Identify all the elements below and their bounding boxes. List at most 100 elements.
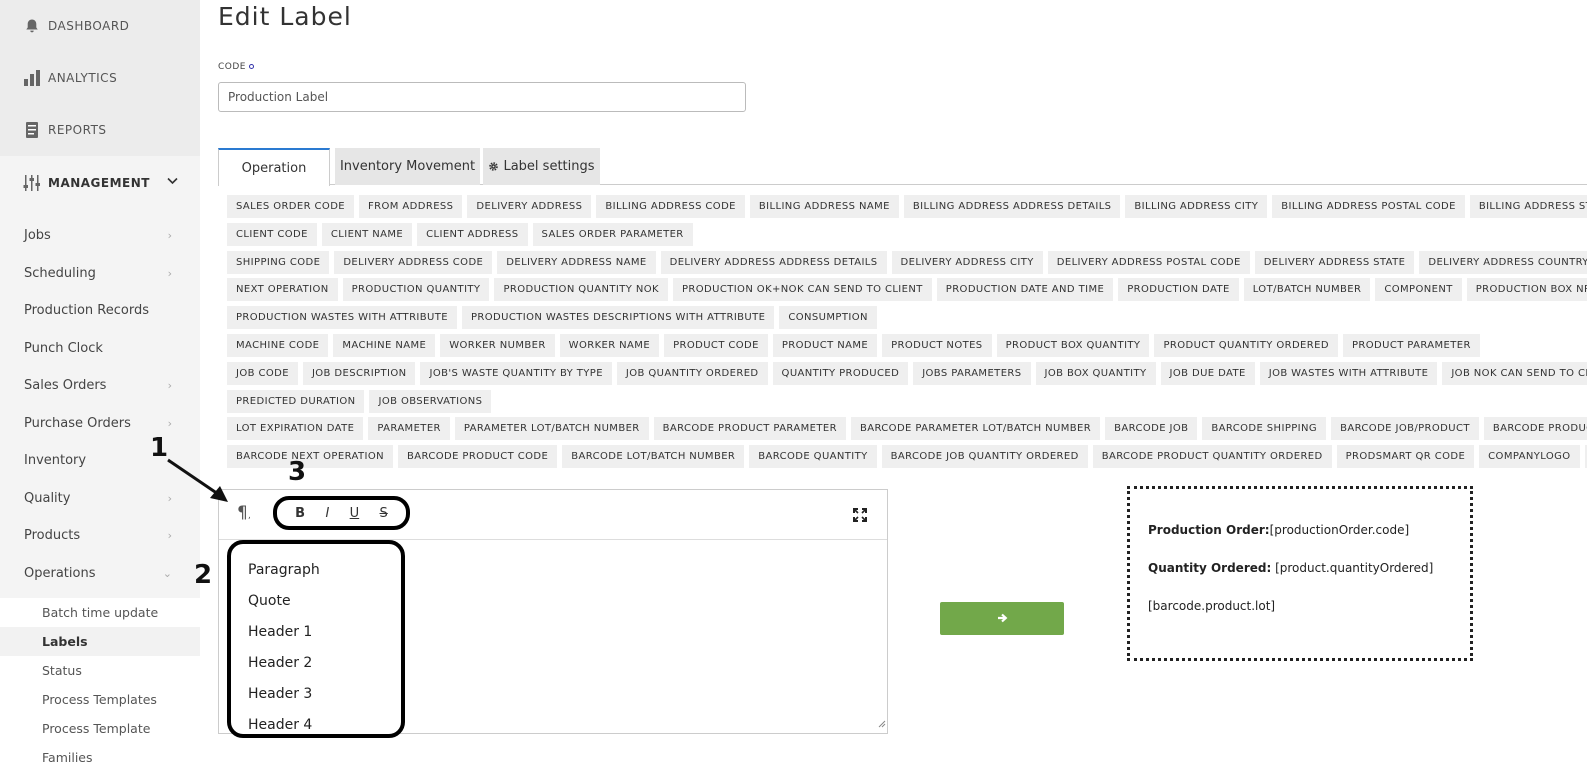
code-input[interactable] [218,82,746,112]
bold-button[interactable]: B [295,506,305,521]
placeholder-tag[interactable]: PRODSMART QR CODE [1336,445,1475,469]
placeholder-tag[interactable]: DELIVERY ADDRESS NAME [497,250,656,274]
sidebar-subitem-process-templates[interactable]: Process Templates [0,685,200,714]
placeholder-tag[interactable]: BARCODE PARAMETER LOT/BATCH NUMBER [850,417,1101,441]
placeholder-tag[interactable]: BARCODE LOT/BATCH NUMBER [562,445,745,469]
placeholder-tag[interactable]: JOB DUE DATE [1160,361,1255,385]
placeholder-tag[interactable]: WORKER NAME [559,333,660,357]
placeholder-tag[interactable]: MACHINE NAME [333,333,436,357]
placeholder-tag[interactable]: SHIPPING CODE [227,250,330,274]
sidebar-subitem-status[interactable]: Status [0,656,200,685]
dropdown-item-paragraph[interactable]: Paragraph [231,554,401,585]
placeholder-tag[interactable]: LOT EXPIRATION DATE [227,417,364,441]
placeholder-tag[interactable]: JOB QUANTITY ORDERED [616,361,768,385]
italic-button[interactable]: I [325,506,329,521]
tab-operation[interactable]: Operation [218,148,330,186]
apply-button[interactable] [940,602,1064,635]
placeholder-tag[interactable]: BILLING ADDRESS STATE [1469,195,1587,218]
sidebar-item-dashboard[interactable]: DASHBOARD [0,0,200,52]
sidebar-item-operations[interactable]: Operations ⌄ [0,555,200,593]
placeholder-tag[interactable]: DELIVERY ADDRESS POSTAL CODE [1047,250,1250,274]
placeholder-tag[interactable]: BARCODE PRODUCT CODE [398,445,558,469]
rich-text-editor[interactable]: ¶‚ B I U S Paragraph Quote Header 1 Head… [218,489,888,738]
sidebar-item-analytics[interactable]: ANALYTICS [0,52,200,104]
placeholder-tag[interactable]: BARCODE PRODUCT PARAMETER [653,417,846,441]
placeholder-tag[interactable]: PRODUCTION QUANTITY [342,278,490,302]
placeholder-tag[interactable]: JOB BOX QUANTITY [1035,361,1156,385]
placeholder-tag[interactable]: CLIENT NAME [321,222,413,246]
placeholder-tag[interactable]: JOB DESCRIPTION [302,361,416,385]
placeholder-tag[interactable]: SALES ORDER CODE [227,195,355,218]
placeholder-tag[interactable]: FROM ADDRESS [359,195,463,218]
dropdown-item-header-2[interactable]: Header 2 [231,647,401,678]
placeholder-tag[interactable]: PRODUCT NOTES [882,333,992,357]
placeholder-tag[interactable]: DELIVERY ADDRESS CITY [891,250,1043,274]
placeholder-tag[interactable]: PRODUCTION OK+NOK CAN SEND TO CLIENT [672,278,932,302]
sidebar-item-scheduling[interactable]: Scheduling › [0,255,200,293]
sidebar-item-reports[interactable]: REPORTS [0,104,200,156]
placeholder-tag[interactable]: BILLING ADDRESS NAME [749,195,899,218]
placeholder-tag[interactable]: CLIENT CODE [227,222,317,246]
placeholder-tag[interactable]: PRODUCTION QUANTITY NOK [494,278,668,302]
placeholder-tag[interactable]: NEXT OPERATION [227,278,338,302]
resize-handle-icon[interactable] [877,713,886,732]
placeholder-tag[interactable]: BILLING ADDRESS POSTAL CODE [1272,195,1465,218]
sidebar-item-sales-orders[interactable]: Sales Orders › [0,367,200,405]
sidebar-item-products[interactable]: Products › [0,517,200,555]
placeholder-tag[interactable]: BILLING ADDRESS CITY [1125,195,1268,218]
paragraph-format-button[interactable]: ¶‚ [237,503,251,523]
placeholder-tag[interactable]: DELIVERY ADDRESS COUNTRY [1419,250,1587,274]
underline-button[interactable]: U [350,506,360,521]
sidebar-item-management[interactable]: MANAGEMENT [0,156,200,209]
placeholder-tag[interactable]: PRODUCT CODE [664,333,768,357]
placeholder-tag[interactable]: JOBS PARAMETERS [913,361,1031,385]
placeholder-tag[interactable]: PRODUCTION WASTES DESCRIPTIONS WITH ATTR… [461,306,775,330]
placeholder-tag[interactable]: BILLING ADDRESS ADDRESS DETAILS [903,195,1121,218]
sidebar-item-jobs[interactable]: Jobs › [0,217,200,255]
placeholder-tag[interactable]: BARCODE PRODUCT QUANTITY ORDERED [1092,445,1332,469]
sidebar-subitem-labels[interactable]: Labels [0,627,200,656]
placeholder-tag[interactable]: BARCODE JOB/PRODUCT [1331,417,1479,441]
dropdown-item-header-3[interactable]: Header 3 [231,678,401,709]
placeholder-tag[interactable]: DELIVERY ADDRESS CODE [334,250,493,274]
placeholder-tag[interactable]: BILLING ADDRESS CODE [596,195,745,218]
placeholder-tag[interactable]: SALES ORDER PARAMETER [532,222,693,246]
placeholder-tag[interactable]: JOB OBSERVATIONS [369,389,492,413]
placeholder-tag[interactable]: CONSUMPTION [779,306,877,330]
placeholder-tag[interactable]: QUANTITY PRODUCED [772,361,909,385]
placeholder-tag[interactable]: PRODUCTION WASTES WITH ATTRIBUTE [227,306,457,330]
placeholder-tag[interactable]: WORKER NUMBER [440,333,555,357]
placeholder-tag[interactable]: PARAMETER [368,417,450,441]
placeholder-tag[interactable]: LOT/BATCH NUMBER [1243,278,1371,302]
sidebar-subitem-families[interactable]: Families [0,743,200,772]
sidebar-item-production-records[interactable]: Production Records [0,292,200,330]
dropdown-item-header-1[interactable]: Header 1 [231,616,401,647]
placeholder-tag[interactable]: BARCODE QUANTITY [749,445,877,469]
placeholder-tag[interactable]: JOB'S WASTE QUANTITY BY TYPE [420,361,612,385]
placeholder-tag[interactable]: BARCODE PRODUCT [1483,417,1587,441]
sidebar-item-purchase-orders[interactable]: Purchase Orders › [0,405,200,443]
placeholder-tag[interactable]: JOB WASTES WITH ATTRIBUTE [1259,361,1438,385]
placeholder-tag[interactable]: DELIVERY ADDRESS STATE [1254,250,1415,274]
placeholder-tag[interactable]: JOB NOK CAN SEND TO CLIENT [1442,361,1587,385]
placeholder-tag[interactable]: PRODUCTION BOX NR. [1466,278,1587,302]
placeholder-tag[interactable]: PARAMETER LOT/BATCH NUMBER [454,417,649,441]
placeholder-tag[interactable]: BARCODE SHIPPING [1202,417,1327,441]
placeholder-tag[interactable]: COMPANYLOGO [1479,445,1580,469]
placeholder-tag[interactable]: PRODUCT PARAMETER [1342,333,1480,357]
placeholder-tag[interactable]: MACHINE CODE [227,333,329,357]
placeholder-tag[interactable]: PRODUCT BOX QUANTITY [996,333,1150,357]
fullscreen-icon[interactable] [853,507,867,526]
placeholder-tag[interactable]: BARCODE NEXT OPERATION [227,445,393,469]
tab-inventory-movement[interactable]: Inventory Movement [335,148,480,185]
placeholder-tag[interactable]: BARCODE JOB QUANTITY ORDERED [881,445,1088,469]
sidebar-subitem-batch-time-update[interactable]: Batch time update [0,598,200,627]
placeholder-tag[interactable]: CLIENT ADDRESS [417,222,528,246]
placeholder-tag[interactable]: PRODUCT NAME [772,333,878,357]
dropdown-item-header-4[interactable]: Header 4 [231,709,401,740]
tab-label-settings[interactable]: Label settings [483,148,600,185]
sidebar-subitem-process-template[interactable]: Process Template [0,714,200,743]
placeholder-tag[interactable]: DELIVERY ADDRESS ADDRESS DETAILS [660,250,887,274]
placeholder-tag[interactable]: PRODUCT QUANTITY ORDERED [1154,333,1338,357]
placeholder-tag[interactable]: JOB CODE [227,361,298,385]
